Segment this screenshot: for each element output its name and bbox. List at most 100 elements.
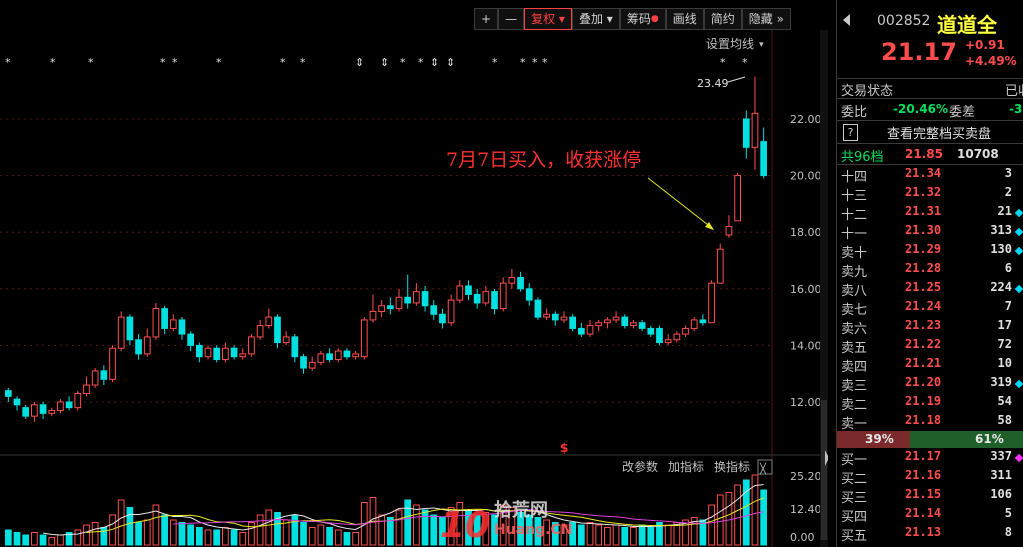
candle-up: [560, 316, 568, 321]
volume-bar: [83, 524, 90, 546]
ask-row[interactable]: 十二 21.31 21: [841, 204, 1023, 223]
bid-row[interactable]: 买一 21.17 337: [841, 449, 1023, 468]
volume-bar: [404, 499, 412, 546]
candle-up: [117, 316, 125, 349]
volume-bar: [222, 527, 229, 546]
volume-tick-label: 0.00: [790, 531, 815, 544]
double-chevron-right-icon: »: [776, 12, 784, 26]
candle-down: [4, 390, 12, 397]
zoom-out-button[interactable]: —: [498, 8, 525, 30]
ask-row[interactable]: 卖七 21.24 7: [841, 299, 1023, 318]
full-book-link[interactable]: 查看完整档买卖盘: [887, 123, 991, 142]
bid-row[interactable]: 买五 21.13 8: [841, 525, 1023, 544]
ask-quantity: 224: [990, 280, 1012, 294]
ask-price: 21.32: [905, 185, 942, 199]
sub-tab-params[interactable]: 改参数: [622, 459, 658, 474]
candle-up: [716, 248, 724, 284]
ask-level-label: 卖五: [841, 341, 868, 356]
event-marker: *: [418, 56, 424, 69]
event-markers: * * * * * * * * ⇕ ⇕ * * ⇕ ⇕ * * * * * *: [5, 56, 748, 69]
chart-scrollbar-thumb[interactable]: [821, 400, 827, 540]
bid-row[interactable]: 买三 21.15 106: [841, 487, 1023, 506]
ask-level-label: 卖二: [841, 398, 868, 413]
draw-line-button[interactable]: 画线: [665, 8, 704, 30]
candle-up: [31, 404, 38, 417]
bid-quantity: 5: [1004, 506, 1012, 520]
ask-row[interactable]: 卖五 21.22 72: [841, 337, 1023, 356]
help-button[interactable]: ?: [843, 124, 858, 141]
fuquan-dropdown[interactable]: 复权 ▾: [524, 8, 572, 30]
event-marker: ⇕: [380, 56, 389, 69]
volume-bar: [74, 529, 82, 546]
volume-bar: [595, 524, 603, 546]
buy-ratio-segment: [910, 431, 1023, 448]
candle-up: [239, 353, 247, 358]
bid-level-label: 买五: [841, 529, 868, 544]
candle-up: [169, 319, 177, 329]
ask-row[interactable]: 十一 21.30 313: [841, 223, 1023, 242]
candle-down: [213, 347, 221, 361]
bid-level-label: 买三: [841, 491, 868, 506]
candle-down: [161, 308, 168, 329]
ask-row[interactable]: 卖三 21.20 319: [841, 375, 1023, 394]
weibi-label: 委比: [841, 105, 868, 120]
event-marker: *: [400, 56, 406, 69]
ask-row[interactable]: 卖六 21.23 17: [841, 318, 1023, 337]
ask-price: 21.25: [905, 280, 942, 294]
event-marker: ⇕: [355, 56, 364, 69]
bid-price: 21.13: [905, 525, 942, 539]
bid-row[interactable]: 买二 21.16 311: [841, 468, 1023, 487]
chart-toolbar: + — 复权 ▾ 叠加 ▾ 筹码● 画线 简约 隐藏 »: [474, 8, 791, 30]
hide-label: 隐藏: [748, 12, 773, 26]
ask-row[interactable]: 十四 21.34 3: [841, 166, 1023, 185]
ask-price: 21.22: [905, 337, 942, 351]
candle-up: [690, 319, 698, 329]
volume-bar: [265, 509, 273, 546]
ask-level-label: 卖六: [841, 322, 868, 337]
candle-down: [421, 291, 429, 307]
candle-up: [673, 333, 681, 341]
volume-bar: [274, 512, 281, 546]
ask-row[interactable]: 卖八 21.25 224: [841, 280, 1023, 299]
ask-row[interactable]: 卖九 21.28 6: [841, 261, 1023, 280]
hide-button[interactable]: 隐藏 »: [741, 8, 791, 30]
volume-bar: [638, 524, 646, 546]
candle-up: [317, 353, 325, 363]
ma-setting-label[interactable]: 设置均线: [706, 37, 754, 51]
sub-tab-add-indicator[interactable]: 加指标: [668, 459, 704, 474]
bid-level-label: 买四: [841, 510, 868, 525]
chips-button[interactable]: 筹码●: [619, 8, 666, 30]
event-marker: *: [742, 56, 748, 69]
last-price: 21.17: [881, 38, 957, 66]
volume-bar: [386, 517, 394, 546]
ask-row[interactable]: 十三 21.32 2: [841, 185, 1023, 204]
ask-row[interactable]: 卖十 21.29 130: [841, 242, 1023, 261]
ask-price: 21.21: [905, 356, 942, 370]
event-marker: *: [216, 56, 222, 69]
volume-bar: [317, 524, 325, 546]
candle-up: [508, 276, 516, 284]
bid-price: 21.15: [905, 487, 942, 501]
sub-tab-switch-indicator[interactable]: 换指标: [714, 459, 750, 474]
simple-mode-button[interactable]: 简约: [703, 8, 742, 30]
candle-down: [22, 407, 30, 417]
ask-quantity: 319: [990, 375, 1012, 389]
buy-annotation: 7月7日买入，收获涨停: [446, 149, 641, 171]
ask-row[interactable]: 卖四 21.21 10: [841, 356, 1023, 375]
overlay-dropdown[interactable]: 叠加 ▾: [571, 8, 620, 30]
volume-bar: [282, 519, 290, 546]
ask-row[interactable]: 卖一 21.18 58: [841, 413, 1023, 432]
candle-up: [456, 285, 464, 301]
bid-price: 21.16: [905, 468, 942, 482]
candle-up: [543, 313, 550, 318]
collapse-right-icon[interactable]: [843, 14, 850, 26]
zoom-in-button[interactable]: +: [474, 8, 499, 30]
bid-row[interactable]: 买四 21.14 5: [841, 506, 1023, 525]
max-price-label: 23.49: [697, 77, 729, 90]
quote-panel: 002852 道道全 21.17 +0.91 +4.49% 交易状态 已收 委比…: [836, 0, 1023, 547]
chevron-down-icon: ▾: [558, 12, 565, 26]
kline-chart[interactable]: * * * * * * * * ⇕ ⇕ * * ⇕ ⇕ * * * * * * 22.00 20.00 18.00 16.0…: [0, 30, 828, 547]
ask-row[interactable]: 卖二 21.19 54: [841, 394, 1023, 413]
event-marker: ⇕: [430, 56, 439, 69]
candle-down: [135, 339, 142, 355]
